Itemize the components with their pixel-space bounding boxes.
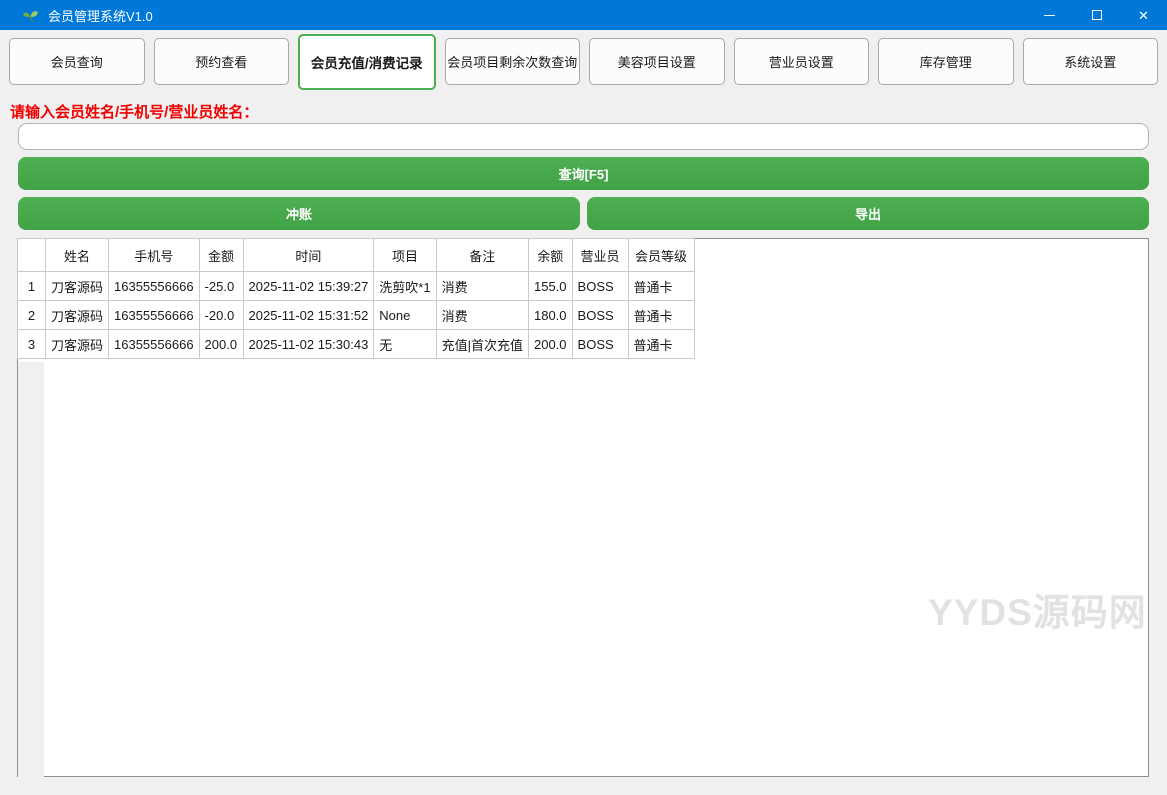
tab-salesperson-settings[interactable]: 营业员设置 [734,38,870,85]
table-cell[interactable]: 16355556666 [109,272,200,301]
search-prompt-label: 请输入会员姓名/手机号/营业员姓名： [10,101,258,122]
table-cell[interactable]: BOSS [572,272,628,301]
column-header-phone[interactable]: 手机号 [109,239,200,272]
table-cell[interactable]: -25.0 [199,272,243,301]
table-cell[interactable]: BOSS [572,301,628,330]
table-cell[interactable]: 消费 [436,272,528,301]
watermark-text: YYDS源码网 [928,582,1147,636]
tab-bar: 会员查询 预约查看 会员充值/消费记录 会员项目剩余次数查询 美容项目设置 营业… [9,32,1158,90]
maximize-button[interactable] [1073,0,1120,30]
table-row[interactable]: 2刀客源码16355556666-20.02025-11-02 15:31:52… [18,301,695,330]
column-header-remark[interactable]: 备注 [436,239,528,272]
table-cell[interactable]: 普通卡 [628,301,694,330]
app-leaf-icon [22,7,39,24]
tab-project-remaining-count-query[interactable]: 会员项目剩余次数查询 [445,38,581,85]
table-cell[interactable]: 刀客源码 [46,301,109,330]
table-row[interactable]: 3刀客源码16355556666200.02025-11-02 15:30:43… [18,330,695,359]
table-cell[interactable]: 2025-11-02 15:39:27 [243,272,374,301]
table-cell[interactable]: BOSS [572,330,628,359]
column-header-amount[interactable]: 金额 [199,239,243,272]
column-header-name[interactable]: 姓名 [46,239,109,272]
table-cell[interactable]: 2025-11-02 15:31:52 [243,301,374,330]
maximize-icon [1092,10,1102,20]
table-cell[interactable]: 充值|首次充值 [436,330,528,359]
tab-member-query[interactable]: 会员查询 [9,38,145,85]
table-cell[interactable]: 200.0 [528,330,572,359]
row-number-cell[interactable]: 2 [18,301,46,330]
records-panel: 姓名 手机号 金额 时间 项目 备注 余额 营业员 会员等级 1刀客源码1635… [17,238,1149,777]
table-cell[interactable]: 16355556666 [109,301,200,330]
titlebar: 会员管理系统V1.0 ✕ [0,0,1167,30]
table-cell[interactable]: 无 [374,330,436,359]
tab-system-settings[interactable]: 系统设置 [1023,38,1159,85]
row-number-cell[interactable]: 1 [18,272,46,301]
table-cell[interactable]: 普通卡 [628,330,694,359]
table-cell[interactable]: 155.0 [528,272,572,301]
column-header-balance[interactable]: 余额 [528,239,572,272]
tab-beauty-project-settings[interactable]: 美容项目设置 [589,38,725,85]
table-cell[interactable]: 2025-11-02 15:30:43 [243,330,374,359]
row-number-cell[interactable]: 3 [18,330,46,359]
minimize-icon [1044,15,1055,16]
table-cell[interactable]: 消费 [436,301,528,330]
column-header-project[interactable]: 项目 [374,239,436,272]
row-header-gutter [18,362,44,777]
search-input[interactable] [18,123,1149,150]
close-button[interactable]: ✕ [1120,0,1167,30]
table-row[interactable]: 1刀客源码16355556666-25.02025-11-02 15:39:27… [18,272,695,301]
table-cell[interactable]: None [374,301,436,330]
table-cell[interactable]: 普通卡 [628,272,694,301]
query-button[interactable]: 查询[F5] [18,157,1149,190]
window-title: 会员管理系统V1.0 [48,6,153,25]
table-header-row: 姓名 手机号 金额 时间 项目 备注 余额 营业员 会员等级 [18,239,695,272]
tab-recharge-consumption-records[interactable]: 会员充值/消费记录 [298,34,436,90]
table-cell[interactable]: 16355556666 [109,330,200,359]
tab-inventory-management[interactable]: 库存管理 [878,38,1014,85]
table-cell[interactable]: 200.0 [199,330,243,359]
column-header-member-level[interactable]: 会员等级 [628,239,694,272]
export-button[interactable]: 导出 [587,197,1149,230]
close-icon: ✕ [1138,9,1149,22]
column-header-time[interactable]: 时间 [243,239,374,272]
minimize-button[interactable] [1026,0,1073,30]
table-cell[interactable]: 180.0 [528,301,572,330]
window-controls: ✕ [1026,0,1167,30]
table-cell[interactable]: 刀客源码 [46,330,109,359]
reverse-account-button[interactable]: 冲账 [18,197,580,230]
table-cell[interactable]: 洗剪吹*1 [374,272,436,301]
tab-reservation-view[interactable]: 预约查看 [154,38,290,85]
table-cell[interactable]: -20.0 [199,301,243,330]
records-table: 姓名 手机号 金额 时间 项目 备注 余额 营业员 会员等级 1刀客源码1635… [17,238,695,359]
table-cell[interactable]: 刀客源码 [46,272,109,301]
column-header-rownum[interactable] [18,239,46,272]
column-header-salesperson[interactable]: 营业员 [572,239,628,272]
